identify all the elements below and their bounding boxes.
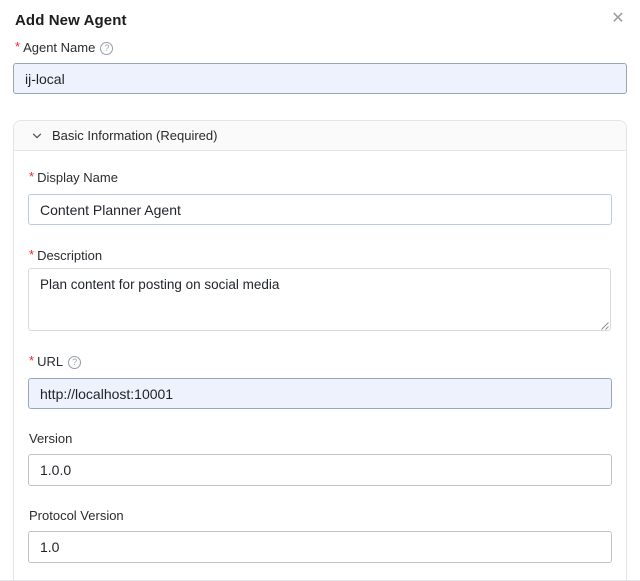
protocol-version-label-text: Protocol Version — [29, 508, 124, 524]
description-label: * Description — [29, 248, 102, 264]
agent-name-input[interactable] — [13, 63, 627, 94]
description-textarea[interactable]: Plan content for posting on social media — [28, 268, 611, 331]
add-agent-dialog: Add New Agent ✕ * Agent Name ? Basic Inf… — [0, 0, 640, 581]
basic-information-panel: Basic Information (Required) * Display N… — [13, 120, 627, 581]
required-asterisk: * — [29, 247, 34, 263]
basic-information-header[interactable]: Basic Information (Required) — [14, 121, 626, 151]
protocol-version-input[interactable] — [28, 531, 612, 563]
protocol-version-label: Protocol Version — [29, 508, 124, 524]
version-label-text: Version — [29, 431, 72, 447]
version-input[interactable] — [28, 454, 612, 486]
description-label-text: Description — [37, 248, 102, 264]
url-input[interactable] — [28, 378, 612, 409]
chevron-down-icon — [31, 130, 43, 142]
required-asterisk: * — [29, 353, 34, 369]
version-label: Version — [29, 431, 72, 447]
display-name-label: * Display Name — [29, 170, 118, 186]
resize-handle-icon[interactable] — [599, 320, 610, 331]
page-title: Add New Agent — [15, 12, 127, 29]
url-label: * URL ? — [29, 354, 81, 370]
display-name-label-text: Display Name — [37, 170, 118, 186]
agent-name-label-text: Agent Name — [23, 40, 95, 56]
required-asterisk: * — [29, 169, 34, 185]
help-icon[interactable]: ? — [100, 42, 113, 55]
help-icon[interactable]: ? — [68, 356, 81, 369]
close-button[interactable]: ✕ — [606, 7, 630, 31]
url-label-text: URL — [37, 354, 63, 370]
close-icon: ✕ — [611, 10, 624, 27]
required-asterisk: * — [15, 39, 20, 55]
section-title: Basic Information (Required) — [52, 128, 217, 143]
display-name-input[interactable] — [28, 194, 612, 225]
agent-name-label: * Agent Name ? — [15, 40, 113, 56]
